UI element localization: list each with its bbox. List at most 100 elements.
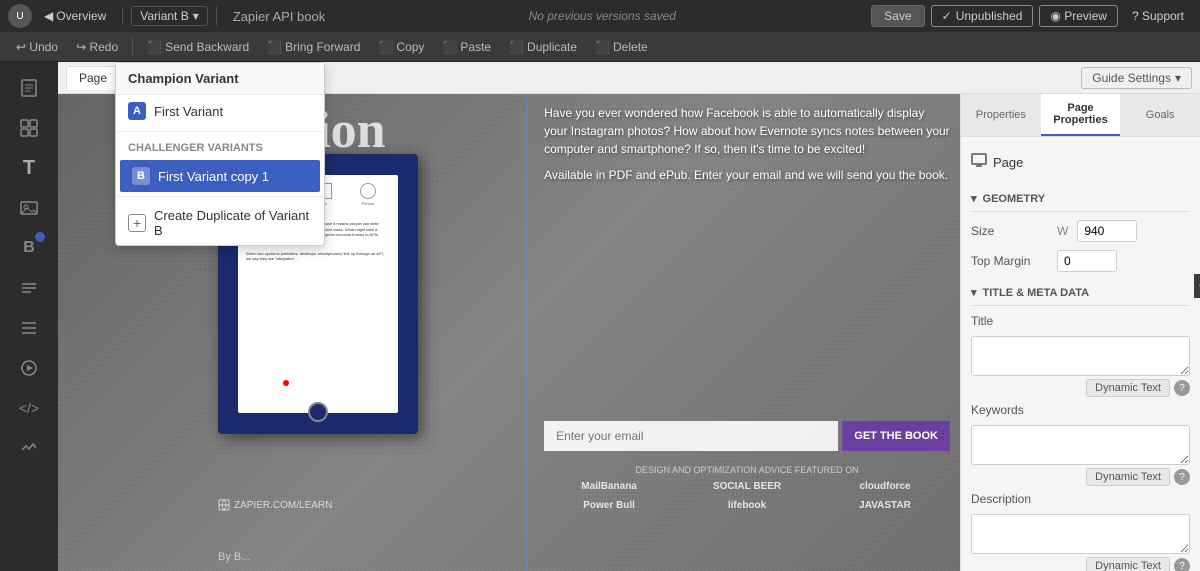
sidebar-item-page[interactable] — [11, 70, 47, 106]
chevron-icon: ▾ — [193, 9, 199, 23]
top-margin-row: Top Margin — [971, 250, 1190, 272]
sidebar-item-lines[interactable] — [11, 310, 47, 346]
canvas-logo-2: SOCIAL BEER — [682, 481, 812, 492]
sidebar-item-image[interactable] — [11, 190, 47, 226]
page-indicator: Page — [971, 147, 1190, 178]
dropdown-item-copy-label: First Variant copy 1 — [158, 169, 269, 184]
undo-button[interactable]: ↩ Undo — [8, 37, 66, 57]
title-label: Title — [971, 314, 1051, 328]
left-sidebar: T B </> ‹ — [0, 62, 58, 571]
description-prop-row: Description — [971, 492, 1190, 506]
duplicate-button[interactable]: ⬛ Duplicate — [501, 37, 585, 57]
keywords-textarea[interactable] — [971, 425, 1190, 465]
title-help-icon[interactable]: ? — [1174, 380, 1190, 396]
variant-dropdown: Champion Variant A First Variant Challen… — [115, 62, 325, 246]
size-row: Size W — [971, 220, 1190, 242]
canvas-email-form: GET THE BOOK — [544, 421, 950, 451]
support-button[interactable]: ? Support — [1124, 6, 1192, 26]
dropdown-item-first-variant[interactable]: A First Variant — [116, 95, 324, 127]
variant-selector[interactable]: Variant B ▾ — [131, 6, 208, 26]
keywords-label: Keywords — [971, 403, 1051, 417]
canvas-available-text: Available in PDF and ePub. Enter your em… — [544, 166, 950, 184]
back-arrow-icon: ◀ — [44, 9, 53, 23]
canvas-blue-line — [526, 94, 527, 571]
canvas-right-main-text: Have you ever wondered how Facebook is a… — [544, 104, 950, 158]
versions-status: No previous versions saved — [337, 9, 867, 23]
description-dynamic-text-button[interactable]: Dynamic Text — [1086, 557, 1170, 571]
separator — [122, 7, 123, 25]
sidebar-item-play[interactable] — [11, 350, 47, 386]
separator2 — [216, 7, 217, 25]
keywords-dynamic-text-button[interactable]: Dynamic Text — [1086, 468, 1170, 486]
size-label: Size — [971, 224, 1051, 238]
right-panel-tabs: Properties Page Properties Goals — [961, 94, 1200, 137]
description-label: Description — [971, 492, 1051, 506]
paste-button[interactable]: ⬛ Paste — [434, 37, 499, 57]
top-bar: U ◀ Overview Variant B ▾ Zapier API book… — [0, 0, 1200, 32]
copy-button[interactable]: ⬛ Copy — [370, 37, 432, 57]
right-panel: Properties Page Properties Goals Page ▾ — [960, 94, 1200, 571]
sidebar-collapse-arrow[interactable]: ‹ — [1194, 274, 1200, 298]
chevron-down-icon-2: ▾ — [971, 286, 977, 299]
description-textarea[interactable] — [971, 514, 1190, 554]
save-button[interactable]: Save — [871, 5, 924, 27]
description-dynamic-row: Dynamic Text ? — [971, 557, 1190, 571]
send-backward-button[interactable]: ⬛ Send Backward — [139, 37, 257, 57]
canvas-logos-section: DESIGN AND OPTIMIZATION ADVICE FEATURED … — [544, 465, 950, 511]
canvas-email-submit[interactable]: GET THE BOOK — [842, 421, 950, 451]
sidebar-item-code[interactable]: </> — [11, 390, 47, 426]
title-dynamic-row: Dynamic Text ? — [971, 379, 1190, 397]
top-margin-input[interactable] — [1057, 250, 1117, 272]
tab-properties[interactable]: Properties — [961, 94, 1041, 136]
variant-b-letter: B — [132, 167, 150, 185]
title-prop-row: Title — [971, 314, 1190, 328]
size-input[interactable] — [1077, 220, 1137, 242]
canvas-email-input[interactable] — [544, 421, 838, 451]
keywords-prop-row: Keywords — [971, 403, 1190, 417]
tab-goals[interactable]: Goals — [1120, 94, 1200, 136]
variant-a-letter: A — [128, 102, 146, 120]
bring-forward-button[interactable]: ⬛ Bring Forward — [259, 37, 368, 57]
dropdown-header: Champion Variant — [116, 63, 324, 95]
canvas-logo-4: Power Bull — [544, 500, 674, 511]
title-meta-section-header[interactable]: ▾ TITLE & META DATA — [971, 280, 1190, 306]
description-help-icon[interactable]: ? — [1174, 558, 1190, 571]
sidebar-item-thumb[interactable] — [11, 430, 47, 466]
dropdown-item-first-variant-copy[interactable]: B First Variant copy 1 — [120, 160, 320, 192]
redo-button[interactable]: ↪ Redo — [68, 37, 126, 57]
canvas-logos-grid: MailBanana SOCIAL BEER cloudforce Power … — [544, 481, 950, 511]
unpublished-button[interactable]: ✓ Unpublished — [931, 5, 1034, 27]
guide-settings-button[interactable]: Guide Settings ▾ — [1081, 67, 1192, 89]
geometry-section-header[interactable]: ▾ GEOMETRY — [971, 186, 1190, 212]
preview-button[interactable]: ◉ Preview — [1039, 5, 1118, 27]
question-icon: ? — [1132, 9, 1139, 23]
tab-page-properties[interactable]: Page Properties — [1041, 94, 1121, 136]
dropdown-item-first-variant-label: First Variant — [154, 104, 223, 119]
tab-page[interactable]: Page — [66, 66, 120, 90]
overview-button[interactable]: ◀ Overview — [36, 5, 114, 27]
keywords-help-icon[interactable]: ? — [1174, 469, 1190, 485]
page-label: Page — [993, 155, 1023, 170]
title-dynamic-text-button[interactable]: Dynamic Text — [1086, 379, 1170, 397]
duplicate-icon: ⬛ — [509, 40, 524, 54]
plus-icon: + — [128, 214, 146, 232]
sidebar-item-text[interactable]: T — [11, 150, 47, 186]
canvas-logos-label: DESIGN AND OPTIMIZATION ADVICE FEATURED … — [544, 465, 950, 475]
title-textarea[interactable] — [971, 336, 1190, 376]
canvas-url: ZAPIER.COM/LEARN — [218, 499, 332, 511]
dropdown-item-create-duplicate[interactable]: + Create Duplicate of Variant B — [116, 201, 324, 245]
edit-toolbar: ↩ Undo ↪ Redo ⬛ Send Backward ⬛ Bring Fo… — [0, 32, 1200, 62]
chevron-down-icon: ▾ — [1175, 71, 1181, 85]
dropdown-divider — [116, 131, 324, 132]
page-title: Zapier API book — [233, 9, 326, 24]
sidebar-item-grid[interactable] — [11, 110, 47, 146]
sidebar-item-b[interactable]: B — [11, 230, 47, 266]
monitor-icon — [971, 153, 987, 172]
sidebar-item-list[interactable] — [11, 270, 47, 306]
bring-forward-icon: ⬛ — [267, 40, 282, 54]
delete-button[interactable]: ⬛ Delete — [587, 37, 656, 57]
dropdown-divider2 — [116, 196, 324, 197]
app-logo[interactable]: U — [8, 4, 32, 28]
canvas-logo-1: MailBanana — [544, 481, 674, 492]
eye-icon: ◉ — [1050, 9, 1060, 23]
